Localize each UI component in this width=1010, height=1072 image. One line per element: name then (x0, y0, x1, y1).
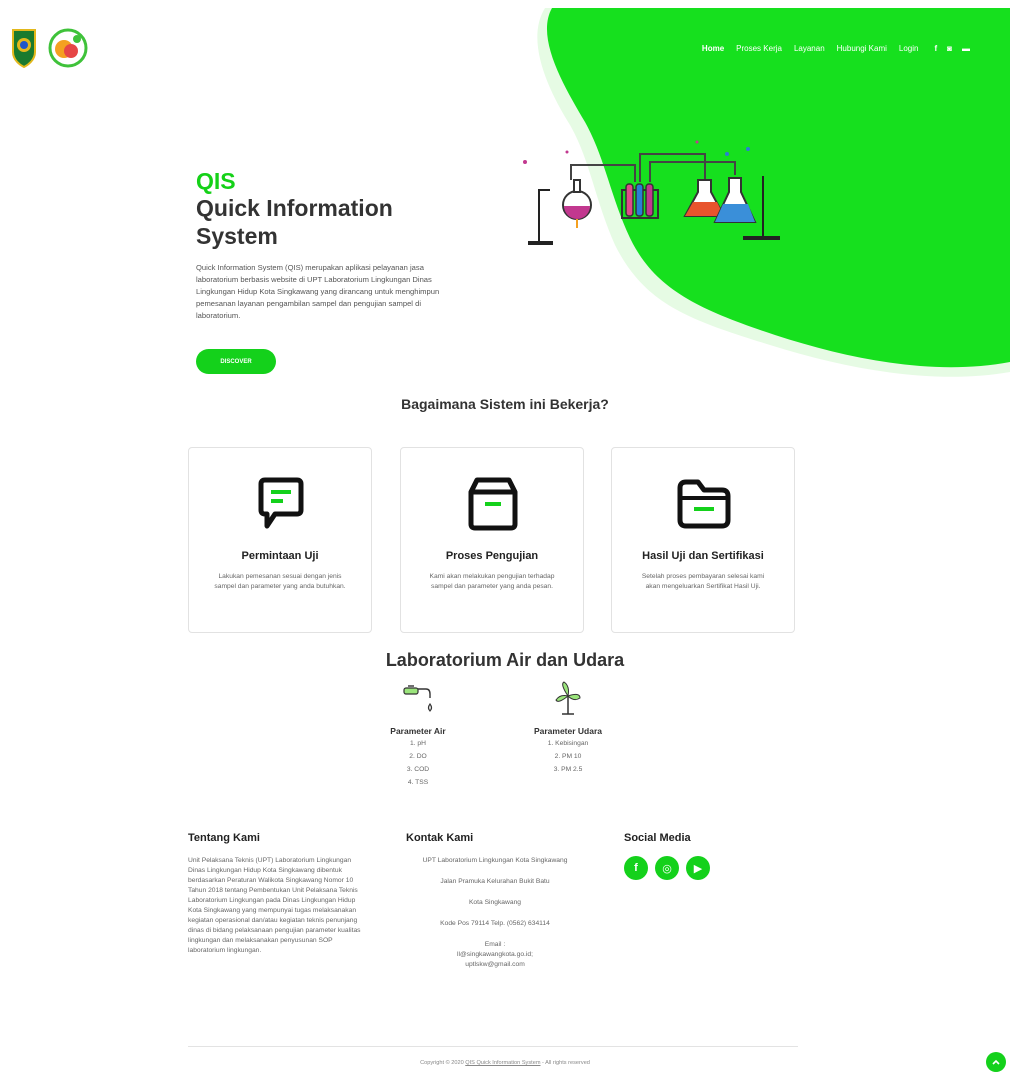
parameter-air-title: Parameter Air (390, 726, 446, 736)
copyright-suffix: - All rights reserved (540, 1060, 590, 1066)
footer-contact-title: Kontak Kami (406, 832, 474, 844)
wind-turbine-icon (555, 681, 581, 715)
footer-contact-lines: UPT Laboratorium Lingkungan Kota Singkaw… (406, 856, 584, 970)
youtube-icon[interactable]: ▬ (962, 44, 970, 53)
nav-login[interactable]: Login (899, 44, 919, 53)
card-permintaan-uji: Permintaan Uji Lakukan pemesanan sesuai … (188, 447, 372, 633)
list-item: 1. Kebisingan (547, 740, 589, 747)
hero-title-accent: QIS (196, 168, 236, 194)
list-item: 2. PM 10 (554, 753, 582, 760)
copyright-text: Copyright © 2020 QIS Quick Information S… (0, 1060, 1010, 1066)
footer-social-links: f ◎ ▶ (624, 856, 802, 880)
instagram-icon[interactable]: ◙ (947, 44, 952, 53)
contact-line: Jalan Pramuka Kelurahan Bukit Batu (440, 878, 550, 885)
footer-about-title: Tentang Kami (188, 832, 260, 844)
nav-proses-kerja[interactable]: Proses Kerja (736, 44, 782, 53)
parameter-udara-title: Parameter Udara (533, 726, 603, 736)
youtube-icon[interactable]: ▶ (686, 856, 710, 880)
card-title: Hasil Uji dan Sertifikasi (642, 550, 764, 562)
footer-divider (188, 1046, 798, 1047)
list-item: 1. pH (410, 740, 426, 747)
footer-contact: Kontak Kami UPT Laboratorium Lingkungan … (406, 832, 584, 981)
folder-icon (677, 479, 731, 529)
water-tap-icon (403, 685, 433, 712)
contact-line: Kota Singkawang (468, 899, 522, 906)
instagram-icon[interactable]: ◎ (655, 856, 679, 880)
nav-hubungi-kami[interactable]: Hubungi Kami (837, 44, 887, 53)
list-item: 3. PM 2.5 (553, 766, 583, 773)
card-text: Kami akan melakukan pengujian terhadap s… (429, 573, 555, 590)
card-hasil-uji: Hasil Uji dan Sertifikasi Setelah proses… (611, 447, 795, 633)
hero-section: QIS Quick Information System Quick Infor… (196, 168, 476, 322)
card-proses-pengujian: Proses Pengujian Kami akan melakukan pen… (400, 447, 584, 633)
header-logos (10, 28, 88, 68)
list-item: 3. COD (406, 766, 430, 773)
box-icon (468, 477, 518, 531)
nav-layanan[interactable]: Layanan (794, 44, 825, 53)
card-title: Proses Pengujian (445, 550, 539, 562)
hero-green-blob (537, 8, 1010, 377)
footer-social-title: Social Media (624, 832, 691, 844)
copyright-prefix: Copyright © 2020 (420, 1060, 466, 1066)
nav-social-links: f ◙ ▬ (934, 44, 970, 53)
hero-title-line1: Quick Information (196, 195, 393, 221)
contact-line: Kode Pos 79114 Telp. (0562) 634114 (440, 920, 550, 927)
footer-about-text: Unit Pelaksana Teknis (UPT) Laboratorium… (188, 857, 361, 954)
hero-title-line2: System (196, 223, 278, 249)
discover-button[interactable]: DISCOVER (196, 349, 276, 374)
footer-social: Social Media f ◎ ▶ (624, 832, 802, 880)
facebook-icon[interactable]: f (934, 44, 937, 53)
parameter-air-list: 1. pH 2. DO 3. COD 4. TSS (378, 737, 458, 789)
main-nav: Home Proses Kerja Layanan Hubungi Kami L… (702, 44, 970, 53)
card-text: Setelah proses pembayaran selesai kami a… (641, 573, 765, 590)
lab-section-title: Laboratorium Air dan Udara (385, 650, 625, 670)
parameter-udara: Parameter Udara 1. Kebisingan 2. PM 10 3… (522, 680, 614, 776)
card-text: Lakukan pemesanan sesuai dengan jenis sa… (214, 573, 346, 590)
contact-email: Email : ll@singkawangkota.go.id; uptlskw… (457, 941, 533, 968)
footer-about: Tentang Kami Unit Pelaksana Teknis (UPT)… (188, 832, 366, 956)
facebook-icon[interactable]: f (624, 856, 648, 880)
card-title: Permintaan Uji (241, 550, 319, 562)
nav-home[interactable]: Home (702, 44, 724, 53)
chevron-up-icon (992, 1059, 1000, 1065)
parameter-air: Parameter Air 1. pH 2. DO 3. COD 4. TSS (378, 680, 458, 789)
contact-line: UPT Laboratorium Lingkungan Kota Singkaw… (422, 857, 568, 864)
lab-equipment-illustration (523, 140, 780, 245)
chat-message-icon (258, 477, 304, 529)
parameter-udara-list: 1. Kebisingan 2. PM 10 3. PM 2.5 (522, 737, 614, 776)
copyright-link[interactable]: QIS Quick Information System (465, 1060, 540, 1066)
hero-description: Quick Information System (QIS) merupakan… (196, 263, 440, 320)
back-to-top-button[interactable] (986, 1052, 1006, 1072)
process-section-title: Bagaimana Sistem ini Bekerja? (401, 396, 609, 412)
list-item: 2. DO (409, 753, 427, 760)
qis-logo[interactable] (48, 28, 88, 68)
list-item: 4. TSS (407, 779, 429, 786)
city-emblem-logo[interactable] (10, 28, 38, 68)
